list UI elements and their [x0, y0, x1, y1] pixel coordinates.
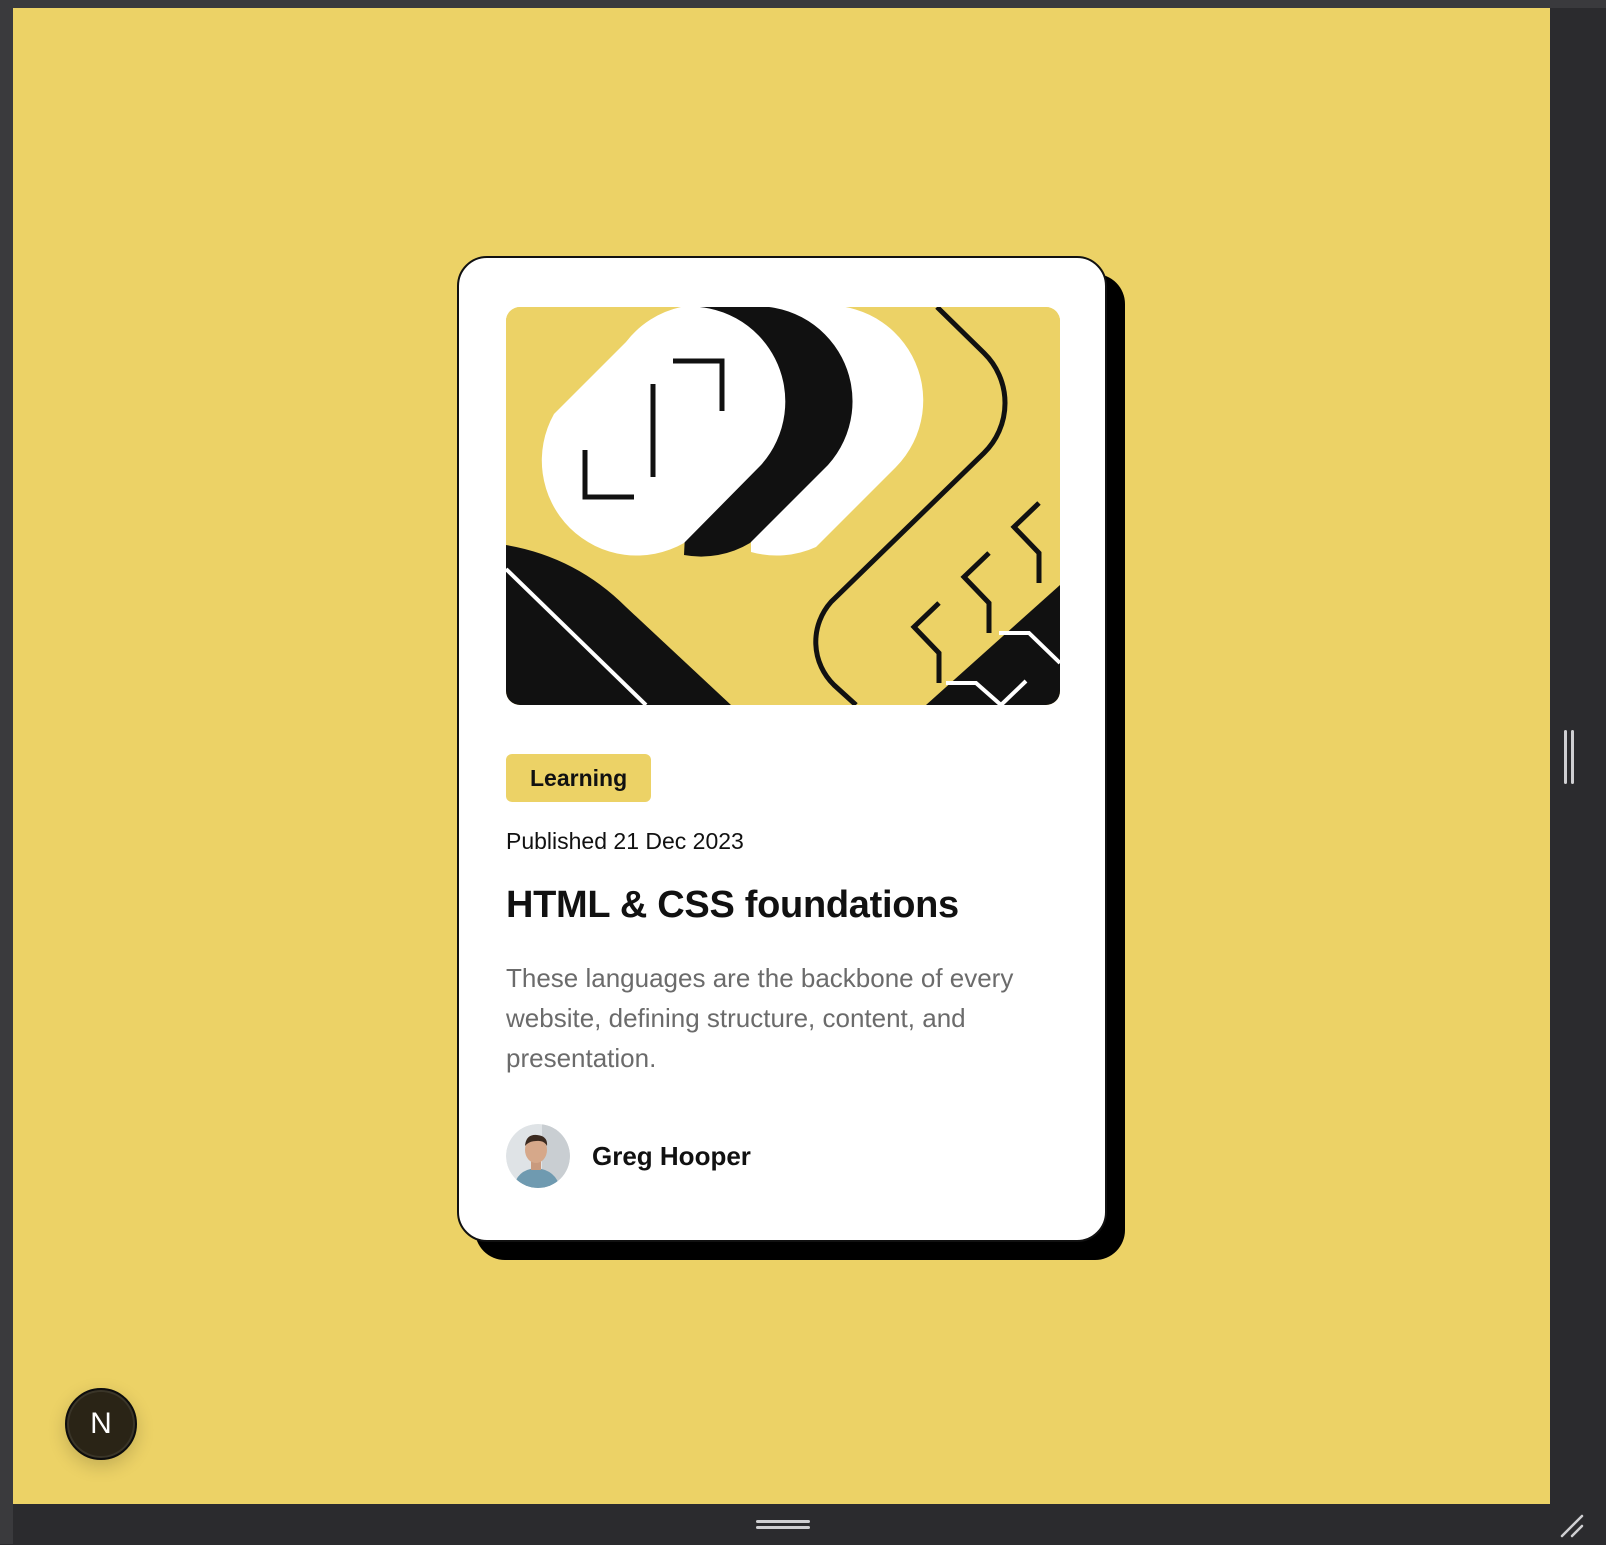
category-tag: Learning — [506, 754, 652, 802]
nextjs-dev-tools-button[interactable]: N — [65, 1388, 137, 1460]
nextjs-logo-icon: N — [90, 1407, 112, 1440]
illustration-graphic — [506, 307, 1060, 705]
frame-left-edge — [0, 0, 13, 1544]
page-viewport: Learning Published 21 Dec 2023 HTML & CS… — [13, 8, 1550, 1504]
author-info: Greg Hooper — [506, 1124, 751, 1188]
card-illustration — [506, 307, 1060, 705]
published-date: Published 21 Dec 2023 — [506, 828, 744, 854]
viewport-height-resize-handle[interactable] — [756, 1518, 810, 1532]
card-title[interactable]: HTML & CSS foundations — [506, 884, 959, 927]
resize-grip-icon — [1560, 1514, 1584, 1538]
card-description: These languages are the backbone of ever… — [506, 963, 1014, 1073]
blog-preview-card: Learning Published 21 Dec 2023 HTML & CS… — [457, 256, 1107, 1242]
avatar-portrait-icon — [506, 1124, 570, 1188]
viewport-width-resize-handle[interactable] — [1562, 730, 1576, 784]
viewport-corner-resize-handle[interactable] — [1556, 1510, 1586, 1540]
author-avatar — [506, 1124, 570, 1188]
frame-top-edge — [0, 0, 1606, 8]
author-name: Greg Hooper — [592, 1140, 751, 1171]
responsive-frame: Learning Published 21 Dec 2023 HTML & CS… — [0, 0, 1606, 1544]
